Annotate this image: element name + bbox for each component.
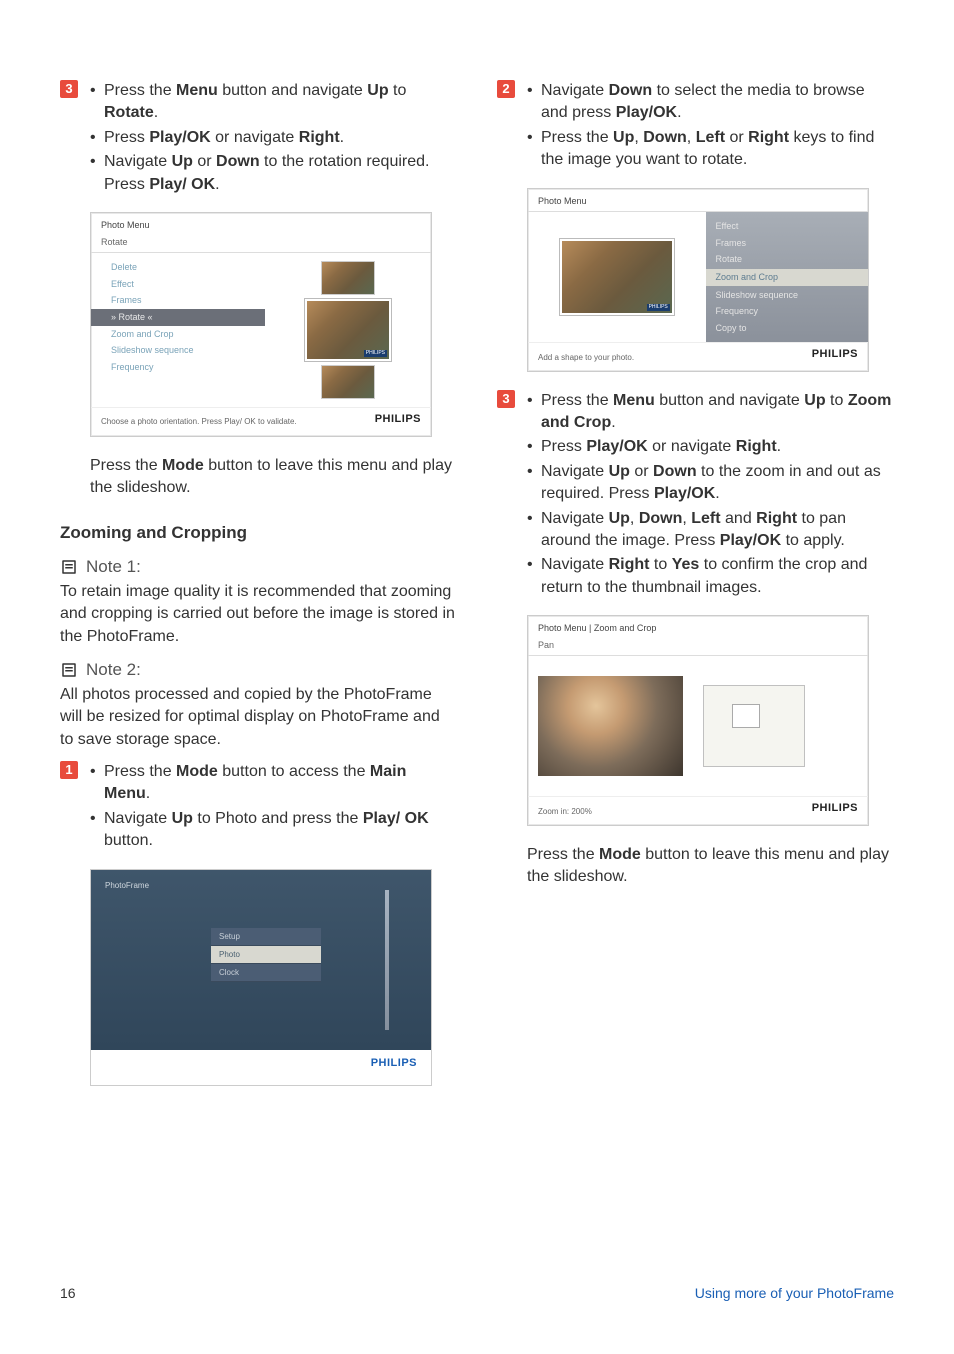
- menu-list: Effect Frames Rotate Zoom and Crop Slide…: [706, 212, 869, 342]
- step-badge: 3: [497, 390, 515, 408]
- main-menu-screenshot: PhotoFrame Setup Photo Clock PHILIPS: [90, 869, 432, 1086]
- scroll-indicator: [385, 890, 389, 1030]
- step-badge: 3: [60, 80, 78, 98]
- screenshot-header: Photo Menu: [91, 213, 431, 236]
- brand-logo: PHILIPS: [812, 801, 858, 816]
- preview-pane: PHILIPS: [528, 212, 706, 342]
- instruction: Navigate Down to select the media to bro…: [527, 80, 894, 125]
- screenshot-subheader: Rotate: [91, 236, 431, 254]
- main-menu: Setup Photo Clock: [211, 928, 321, 983]
- brand-logo: PHILIPS: [371, 1056, 417, 1071]
- instruction: Press Play/OK or navigate Right.: [527, 436, 894, 458]
- instruction: Navigate Up to Photo and press the Play/…: [90, 808, 457, 853]
- note-title: Note 2:: [86, 658, 141, 682]
- section-title: Using more of your PhotoFrame: [695, 1284, 894, 1304]
- preview-pane: PHILIPS: [265, 253, 431, 407]
- screenshot-title: PhotoFrame: [91, 870, 431, 901]
- step-badge: 2: [497, 80, 515, 98]
- menu-list: Delete Effect Frames » Rotate « Zoom and…: [91, 253, 265, 407]
- instruction: Navigate Up or Down to the rotation requ…: [90, 151, 457, 196]
- step-1-left: 1 Press the Mode button to access the Ma…: [60, 761, 457, 855]
- note-title: Note 1:: [86, 555, 141, 579]
- instruction-text: Press the Mode button to leave this menu…: [90, 455, 457, 500]
- zoom-level: Zoom in: 200%: [538, 806, 592, 817]
- step-2-right: 2 Navigate Down to select the media to b…: [497, 80, 894, 174]
- instruction: Press the Up, Down, Left or Right keys t…: [527, 127, 894, 172]
- brand-logo: PHILIPS: [812, 347, 858, 362]
- note-body: All photos processed and copied by the P…: [60, 684, 457, 751]
- note-icon: [60, 661, 78, 679]
- screenshot-subheader: Pan: [528, 639, 868, 657]
- brand-logo: PHILIPS: [375, 412, 421, 427]
- instruction: Press the Menu button and navigate Up to…: [527, 390, 894, 435]
- screenshot-header: Photo Menu | Zoom and Crop: [528, 616, 868, 639]
- pan-screenshot: Photo Menu | Zoom and Crop Pan Zoom in: …: [527, 615, 869, 826]
- step-badge: 1: [60, 761, 78, 779]
- thumbnail: [321, 261, 375, 295]
- thumbnail: [321, 365, 375, 399]
- step-3-left: 3 Press the Menu button and navigate Up …: [60, 80, 457, 198]
- thumbnail-selected: PHILIPS: [560, 239, 674, 315]
- pan-indicator: [732, 704, 760, 728]
- instruction: Press the Menu button and navigate Up to…: [90, 80, 457, 125]
- step-3-right: 3 Press the Menu button and navigate Up …: [497, 390, 894, 602]
- rotate-menu-screenshot: Photo Menu Rotate Delete Effect Frames »…: [90, 212, 432, 437]
- instruction: Navigate Up or Down to the zoom in and o…: [527, 461, 894, 506]
- page-number: 16: [60, 1284, 76, 1304]
- screenshot-header: Photo Menu: [528, 189, 868, 212]
- section-heading: Zooming and Cropping: [60, 521, 457, 545]
- note-body: To retain image quality it is recommende…: [60, 581, 457, 648]
- photo-menu-screenshot: Photo Menu PHILIPS Effect Frames Rotate …: [527, 188, 869, 372]
- screenshot-hint: Add a shape to your photo.: [538, 352, 634, 363]
- instruction: Navigate Right to Yes to confirm the cro…: [527, 554, 894, 599]
- thumbnail-selected: PHILIPS: [305, 299, 391, 361]
- screenshot-hint: Choose a photo orientation. Press Play/ …: [101, 416, 297, 427]
- instruction-text: Press the Mode button to leave this menu…: [527, 844, 894, 889]
- instruction: Press Play/OK or navigate Right.: [90, 127, 457, 149]
- note-icon: [60, 558, 78, 576]
- zoom-preview: [538, 676, 683, 776]
- pan-target: [703, 685, 805, 767]
- instruction: Navigate Up, Down, Left and Right to pan…: [527, 508, 894, 553]
- instruction: Press the Mode button to access the Main…: [90, 761, 457, 806]
